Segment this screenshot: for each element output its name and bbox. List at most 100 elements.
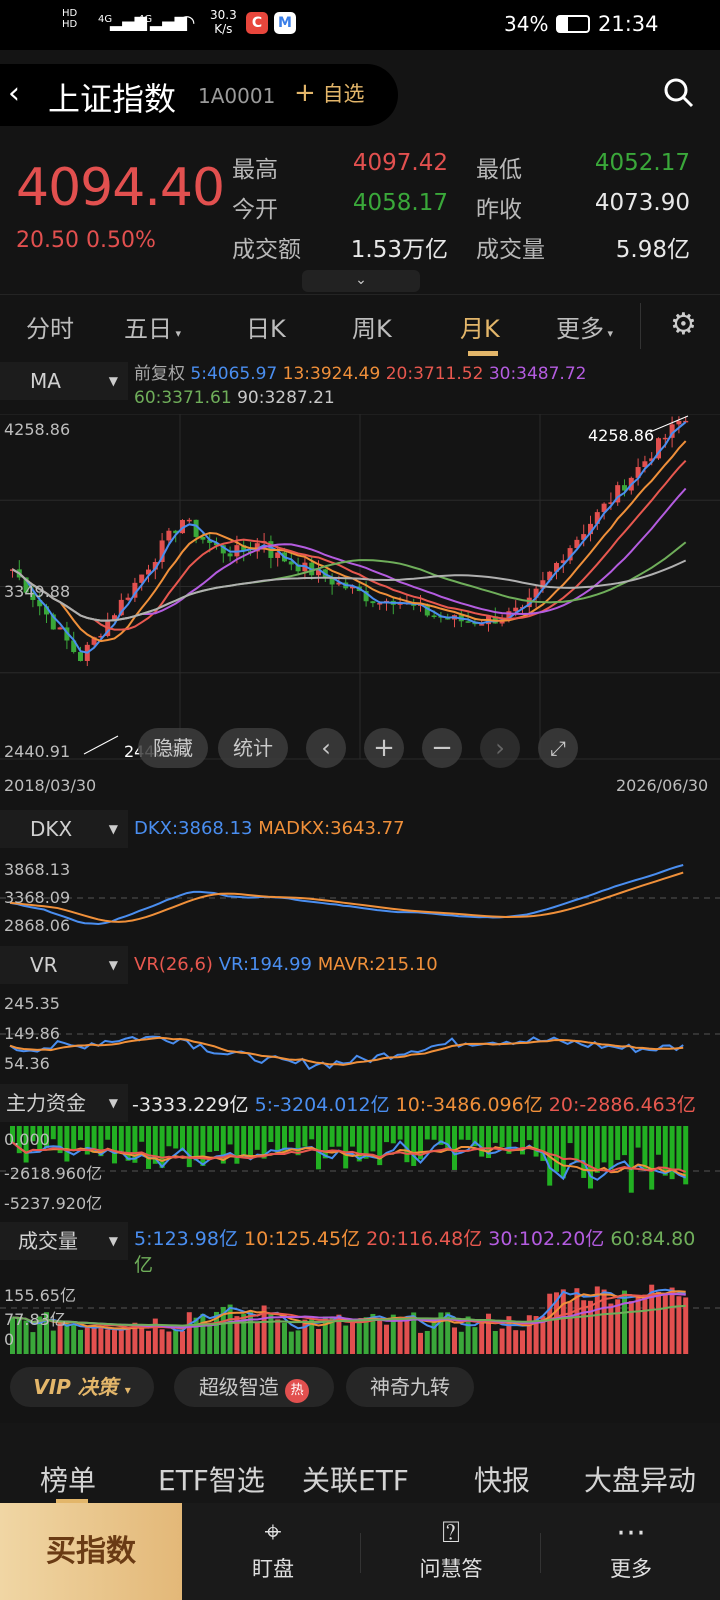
expand-button[interactable]: ⌄ (302, 270, 420, 292)
volume-bar (146, 1330, 151, 1354)
volume-bar (628, 1301, 634, 1354)
vip-decision-button[interactable]: VIP 决策 ▾ (10, 1367, 154, 1407)
tab-related-etf[interactable]: 关联ETF (302, 1459, 409, 1499)
volume-bar (30, 1332, 36, 1354)
vr-params: VR(26,6) (134, 954, 213, 975)
dkx-y-mid: 3368.09 (4, 888, 71, 907)
fund-bar (601, 1126, 607, 1163)
fund-y-top: 0.000 (4, 1130, 50, 1149)
tab-intraday[interactable]: 分时 (26, 309, 74, 344)
candle-body (227, 553, 233, 557)
fund-bar (513, 1126, 519, 1143)
zoom-out-icon[interactable]: − (422, 728, 462, 768)
dkx-line (9, 864, 684, 925)
fund-bar (71, 1126, 77, 1150)
fund-selector[interactable]: 主力资金 ▼ (0, 1084, 128, 1122)
zoom-in-icon[interactable]: + (364, 728, 404, 768)
fund-bar (424, 1126, 430, 1140)
fund-bar (588, 1126, 593, 1189)
tab-monthly[interactable]: 月K (460, 309, 500, 344)
volume-bar (316, 1328, 321, 1354)
magic-nine-button[interactable]: 神奇九转 (346, 1367, 474, 1407)
volume-bar (254, 1321, 260, 1354)
nav-watch[interactable]: ⌖ 盯盘 (208, 1503, 338, 1600)
stats-button[interactable]: 统计 (218, 728, 288, 768)
pan-left-icon[interactable]: ‹ (306, 728, 346, 768)
tab-news[interactable]: 快报 (474, 1459, 530, 1499)
date-start: 2018/03/30 (4, 776, 97, 795)
gear-icon[interactable]: ⚙ (670, 307, 697, 342)
volume-bar (479, 1319, 485, 1354)
volume-bar (452, 1327, 457, 1354)
fund-bar (173, 1126, 179, 1149)
hide-button[interactable]: 隐藏 (138, 728, 208, 768)
candlestick-chart[interactable] (0, 414, 720, 774)
ma30-value: 30:3487.72 (488, 364, 587, 384)
dropdown-icon: ▼ (108, 822, 118, 836)
fund-bar (574, 1126, 580, 1163)
back-icon[interactable]: ‹ (8, 76, 20, 111)
fund-bar (390, 1126, 396, 1144)
dkx-chart (0, 864, 720, 925)
low-pointer (83, 735, 119, 755)
fund-bar (254, 1126, 260, 1150)
tab-weekly[interactable]: 周K (352, 309, 392, 344)
volume-bar (513, 1330, 519, 1354)
fund-bar (336, 1126, 342, 1147)
fund-bar (282, 1126, 287, 1151)
vol-m5: 5:123.98亿 (134, 1228, 238, 1250)
battery-level: 34% (504, 12, 549, 36)
fullscreen-icon[interactable]: ⤢ (538, 728, 578, 768)
vr-y-top: 245.35 (4, 994, 60, 1013)
nav-more[interactable]: ⋯ 更多 (566, 1503, 696, 1600)
volume-bar (125, 1327, 131, 1354)
ma-selector[interactable]: MA ▼ (0, 362, 128, 400)
fund-y-mid: -2618.960亿 (4, 1164, 103, 1183)
tab-ranking[interactable]: 榜单 (40, 1459, 96, 1499)
fund-bar (554, 1126, 559, 1172)
more-dots-icon: ⋯ (616, 1515, 646, 1550)
fund-m5: 5:-3204.012亿 (254, 1094, 390, 1116)
buy-index-button[interactable]: 买指数 (0, 1503, 182, 1600)
volume-selector[interactable]: 成交量 ▼ (0, 1222, 128, 1260)
fund-bar (112, 1126, 117, 1164)
fund-bar (533, 1126, 539, 1157)
pan-right-icon[interactable]: › (480, 728, 520, 768)
search-icon[interactable] (662, 76, 696, 110)
period-tabs: 分时 五日 ▾ 日K 周K 月K 更多 ▾ ⚙ (0, 294, 720, 360)
fund-bar (50, 1126, 56, 1140)
fund-chart (0, 1126, 720, 1193)
fund-bar (431, 1126, 437, 1140)
tab-five-day[interactable]: 五日 ▾ (124, 309, 181, 344)
smart-manufacture-button[interactable]: 超级智造 热 (174, 1367, 334, 1407)
dropdown-icon: ▼ (108, 958, 118, 972)
add-favorite-button[interactable]: + 自选 (294, 78, 364, 108)
volume-bar (635, 1297, 641, 1354)
fund-bar (64, 1126, 70, 1162)
nav-ask[interactable]: ⍰ 问慧答 (386, 1503, 516, 1600)
volume-bar (588, 1300, 593, 1354)
volume-bar (302, 1319, 308, 1354)
volume-bar (676, 1296, 682, 1354)
volume-bar (105, 1329, 111, 1354)
volume-bar (547, 1293, 553, 1354)
dkx-selector[interactable]: DKX ▼ (0, 810, 128, 848)
ma20-line (11, 459, 687, 631)
fund-bar (370, 1126, 376, 1152)
tab-more[interactable]: 更多 ▾ (556, 309, 613, 344)
tab-market-alert[interactable]: 大盘异动 (584, 1459, 696, 1499)
ma13-line (11, 440, 687, 643)
tab-daily[interactable]: 日K (246, 309, 286, 344)
fund-bar (397, 1126, 403, 1140)
net-speed: 30.3 K/s (210, 8, 237, 36)
volume-bar (356, 1320, 362, 1354)
volume-bar (492, 1330, 498, 1354)
volume-bar (384, 1324, 389, 1354)
quote-panel: 4094.40 20.50 0.50% 最高 4097.42 最低 4052.1… (0, 150, 720, 292)
volume-bar (186, 1312, 192, 1354)
vr-selector[interactable]: VR ▼ (0, 946, 128, 984)
status-bar: HD HD 4G ▂▄▆ 4G ▂▄▆ ◠ 30.3 K/s C M 34% 21:… (0, 0, 720, 50)
fund-bar (567, 1126, 573, 1144)
tab-etf-pick[interactable]: ETF智选 (158, 1459, 265, 1499)
fund-bar (526, 1126, 532, 1141)
